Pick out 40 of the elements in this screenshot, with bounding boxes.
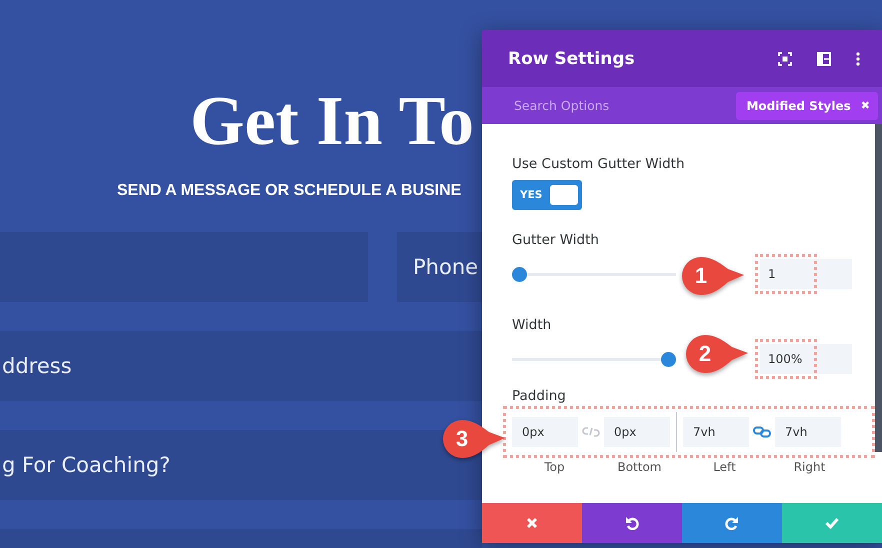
form-field[interactable]: ddress: [0, 331, 482, 401]
scrollbar[interactable]: [875, 124, 882, 452]
option-label: Gutter Width: [512, 232, 600, 248]
option-label: Padding: [512, 388, 567, 404]
check-icon: [825, 517, 839, 529]
link-icon[interactable]: [753, 426, 771, 438]
toggle-switch[interactable]: YES: [512, 180, 582, 210]
side-caption: Right: [792, 460, 826, 474]
option-label: Use Custom Gutter Width: [512, 156, 686, 172]
close-icon: [526, 517, 538, 529]
side-caption: Left: [712, 460, 737, 474]
value-input[interactable]: 100%: [760, 344, 852, 374]
side-caption: Top: [543, 460, 566, 474]
undo-button[interactable]: [582, 503, 682, 543]
padding-input[interactable]: 7vh: [775, 417, 841, 447]
page-subheading: SEND A MESSAGE OR SCHEDULE A BUSINE: [117, 182, 462, 200]
slider-thumb[interactable]: [661, 352, 676, 366]
padding-input[interactable]: 7vh: [683, 417, 749, 447]
value-input[interactable]: 1: [760, 259, 852, 289]
panel-title: Row Settings: [508, 48, 635, 68]
more-options-icon[interactable]: [856, 52, 860, 66]
page-heading: Get In To: [190, 82, 474, 162]
padding-input[interactable]: 0px: [604, 417, 670, 447]
layout-icon[interactable]: [817, 52, 831, 66]
side-caption: Bottom: [616, 460, 662, 474]
redo-button[interactable]: [682, 503, 782, 543]
callout-marker: 3: [441, 418, 507, 460]
slider-thumb[interactable]: [512, 266, 527, 282]
phone-field[interactable]: Phone: [397, 232, 482, 302]
callout-marker: 2: [684, 333, 750, 375]
slider[interactable]: [512, 266, 676, 282]
callout-marker: 1: [680, 255, 746, 297]
undo-icon: [625, 516, 639, 530]
modified-styles-filter[interactable]: Modified Styles ✖: [736, 92, 878, 120]
padding-input[interactable]: 0px: [512, 417, 578, 447]
redo-icon: [725, 516, 739, 530]
fullscreen-icon[interactable]: [778, 52, 792, 66]
slider[interactable]: [512, 352, 676, 366]
option-label: Width: [512, 317, 552, 333]
search-field[interactable]: Search Options: [512, 97, 666, 114]
